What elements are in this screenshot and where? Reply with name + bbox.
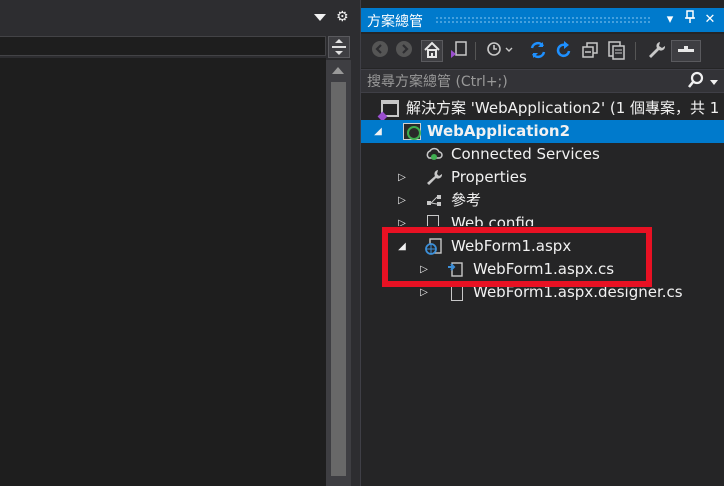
- scroll-up-icon[interactable]: [332, 67, 344, 74]
- properties-icon[interactable]: [645, 40, 667, 62]
- forward-icon[interactable]: [393, 40, 415, 62]
- highlight-annotation: [382, 227, 652, 287]
- solution-explorer-toolbar: [361, 34, 724, 68]
- collapsed-triangle-icon[interactable]: ▷: [395, 189, 409, 212]
- pending-changes-icon[interactable]: [483, 40, 517, 62]
- editor-vertical-scrollbar[interactable]: [326, 60, 351, 486]
- tree-item-solution[interactable]: 解決方案 'WebApplication2' (1 個專案，共 1 個: [361, 97, 724, 120]
- expanded-triangle-icon[interactable]: ◢: [371, 120, 385, 143]
- tree-item-project[interactable]: ◢ WebApplication2: [361, 120, 724, 143]
- back-icon[interactable]: [369, 40, 391, 62]
- collapse-all-icon[interactable]: [579, 40, 601, 62]
- sync-icon[interactable]: [527, 40, 549, 62]
- toolbar-separator: [475, 42, 476, 60]
- pin-icon[interactable]: [681, 10, 699, 30]
- editor-surface[interactable]: [0, 58, 326, 486]
- scrollbar-thumb[interactable]: [331, 82, 346, 476]
- collapsed-triangle-icon[interactable]: ▷: [395, 212, 409, 226]
- window-position-dropdown-icon[interactable]: ▾: [661, 10, 679, 30]
- editor-tab-well: [0, 0, 358, 34]
- active-files-dropdown-icon[interactable]: [314, 14, 326, 21]
- home-icon[interactable]: [421, 40, 443, 62]
- split-window-button[interactable]: [328, 36, 350, 58]
- tree-item-label: WebApplication2: [427, 122, 571, 140]
- tree-item-properties[interactable]: ▷ Properties: [361, 166, 724, 189]
- solution-icon: [381, 100, 399, 117]
- config-icon: [427, 215, 439, 226]
- tree-item-label: 解決方案 'WebApplication2' (1 個專案，共 1 個: [406, 99, 724, 117]
- close-icon[interactable]: ✕: [701, 10, 719, 30]
- tab-well-controls: ⚙: [312, 8, 356, 28]
- solution-explorer-title-bar[interactable]: 方案總管 ▾ ✕: [361, 8, 724, 32]
- vs-switch-icon[interactable]: [447, 40, 469, 62]
- references-icon: [425, 192, 443, 209]
- tree-item-label: Connected Services: [451, 145, 600, 163]
- tree-item-label: 參考: [451, 191, 482, 209]
- solution-explorer-title: 方案總管: [367, 14, 423, 30]
- split-icon: [332, 39, 346, 55]
- preview-icon[interactable]: [671, 40, 701, 62]
- refresh-icon[interactable]: [553, 40, 575, 62]
- wrench-icon: [425, 169, 443, 186]
- title-grip: [435, 16, 651, 24]
- collapsed-triangle-icon[interactable]: ▷: [395, 166, 409, 189]
- tree-item-references[interactable]: ▷ 參考: [361, 189, 724, 212]
- connected-services-icon: [425, 146, 443, 163]
- tree-item-label: Properties: [451, 168, 527, 186]
- tree-item-web-config[interactable]: ▷ Web.config: [361, 212, 724, 226]
- solution-explorer-search[interactable]: [361, 69, 724, 93]
- search-input[interactable]: [367, 72, 677, 91]
- tree-item-connected-services[interactable]: Connected Services: [361, 143, 724, 166]
- project-icon: [403, 123, 421, 140]
- toolbar-separator: [635, 42, 636, 60]
- show-all-files-icon[interactable]: [605, 40, 627, 62]
- search-options-dropdown-icon[interactable]: [710, 80, 718, 85]
- navigation-bar[interactable]: [0, 36, 326, 56]
- gear-icon[interactable]: ⚙: [336, 8, 349, 26]
- search-icon[interactable]: [687, 71, 705, 93]
- window-splitter[interactable]: [351, 0, 360, 486]
- tree-item-label: Web.config: [451, 214, 535, 226]
